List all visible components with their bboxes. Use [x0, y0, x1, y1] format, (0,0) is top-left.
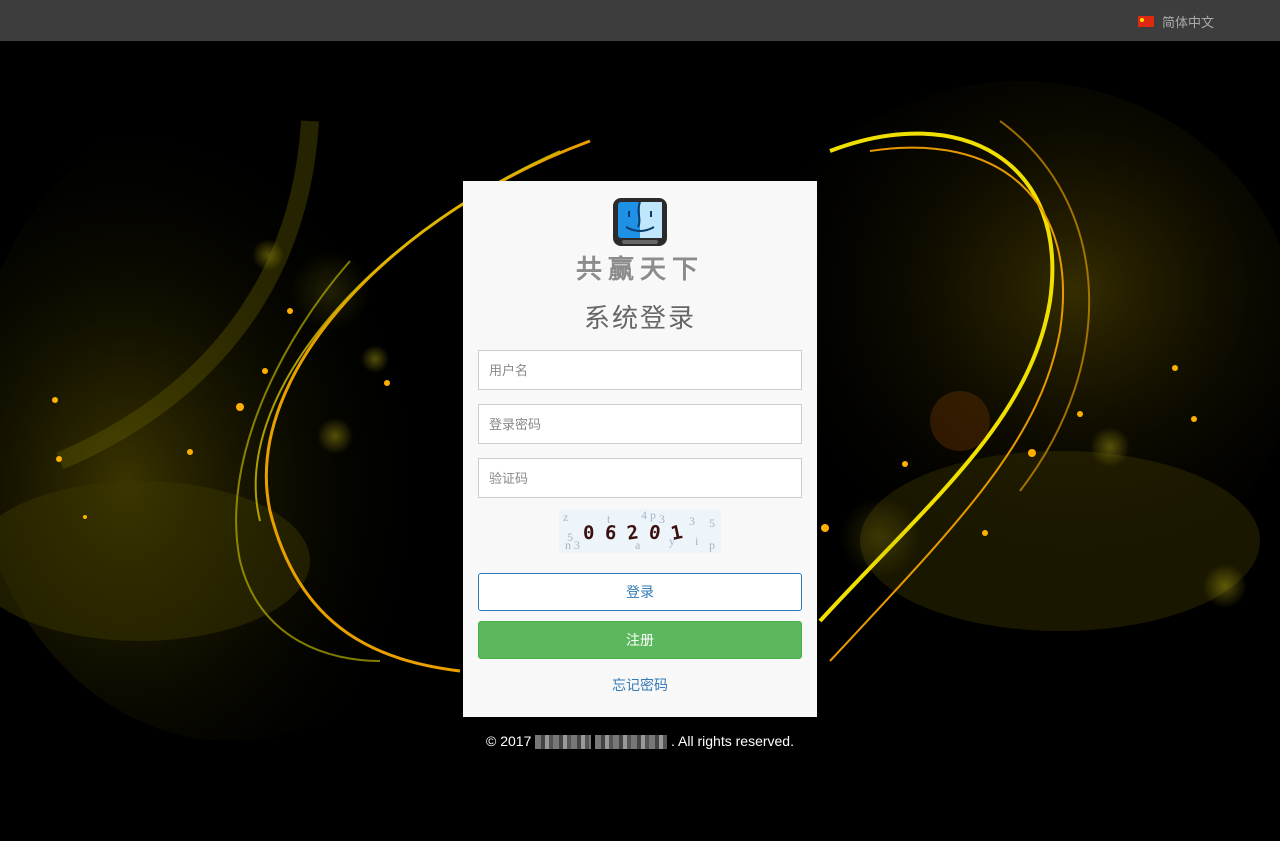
- captcha-char-1: 0: [583, 522, 594, 544]
- redacted-company-suffix: [595, 735, 668, 750]
- copyright-prefix: © 2017: [486, 733, 532, 749]
- password-input[interactable]: [478, 404, 802, 444]
- language-label: 简体中文: [1161, 15, 1214, 30]
- register-button[interactable]: 注册: [478, 621, 802, 659]
- language-selector[interactable]: 简体中文: [1137, 12, 1214, 31]
- captcha-char-2: 6: [604, 521, 618, 544]
- china-flag-icon: [1137, 16, 1154, 27]
- top-bar: 简体中文: [0, 0, 1280, 41]
- captcha-input[interactable]: [478, 458, 802, 498]
- svg-text:n 3: n 3: [565, 538, 580, 552]
- forgot-password-link[interactable]: 忘记密码: [463, 675, 817, 695]
- svg-text:p: p: [709, 538, 715, 552]
- redacted-company-name: [535, 735, 592, 750]
- svg-text:4 p: 4 p: [641, 509, 656, 522]
- username-input[interactable]: [478, 350, 802, 390]
- footer: © 2017 . All rights reserved.: [0, 733, 1280, 750]
- login-panel: 共赢天下 系统登录 z5n 3 4 p33 5pi ayt 0 6 2 0 1 …: [463, 181, 817, 717]
- finder-logo-icon: [613, 198, 667, 246]
- brand-name: 共赢天下: [575, 254, 704, 284]
- copyright-suffix: . All rights reserved.: [671, 733, 794, 749]
- page-title: 系统登录: [583, 304, 696, 334]
- svg-text:5: 5: [709, 516, 715, 530]
- login-button[interactable]: 登录: [478, 573, 802, 611]
- captcha-image[interactable]: z5n 3 4 p33 5pi a yt 0 6 2 0 1: [559, 509, 721, 553]
- svg-text:3: 3: [689, 514, 695, 528]
- svg-text:z: z: [563, 510, 568, 524]
